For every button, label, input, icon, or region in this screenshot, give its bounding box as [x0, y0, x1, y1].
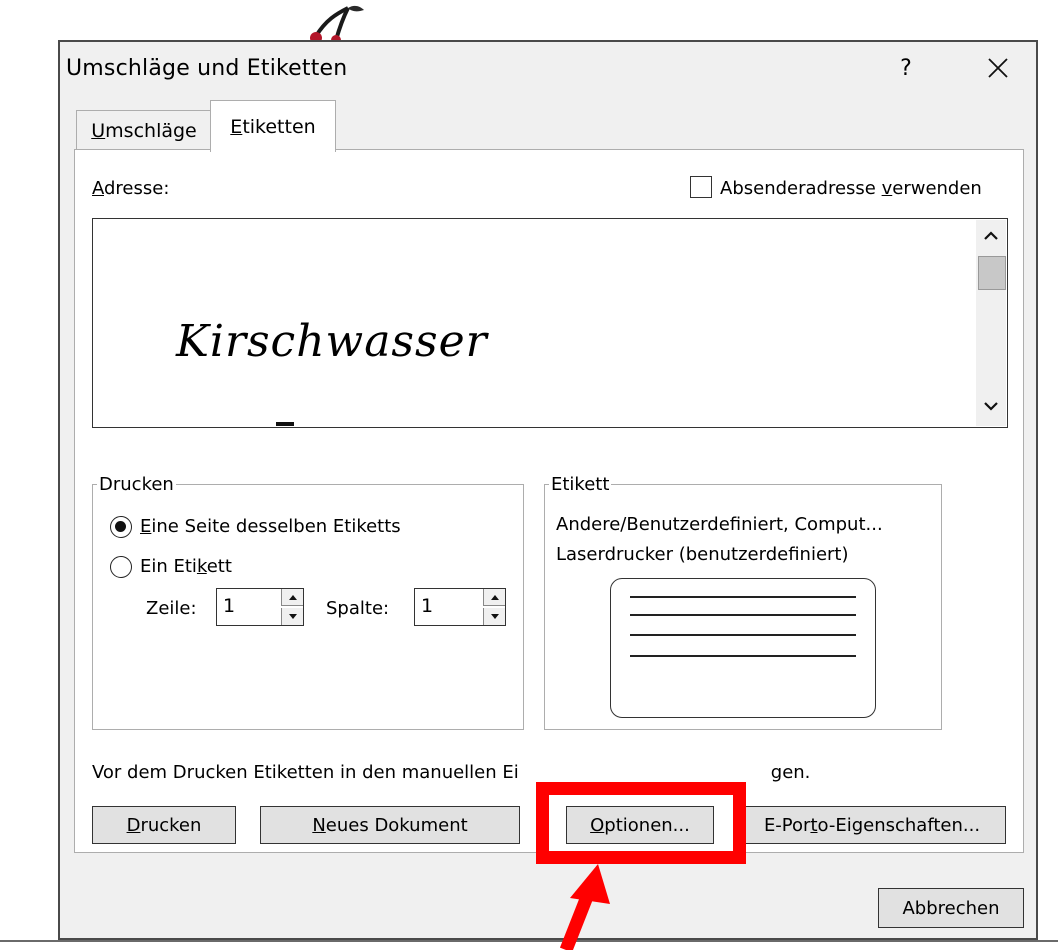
close-icon [988, 58, 1008, 78]
print-group-legend: Drucken [99, 474, 174, 495]
tab-labels[interactable]: Etiketten [210, 100, 336, 152]
scroll-down-button[interactable] [976, 392, 1006, 420]
address-label: Adresse: [92, 178, 170, 199]
address-next-line-fragment [276, 422, 294, 426]
red-arrow-icon [559, 864, 610, 950]
chevron-down-icon [984, 402, 998, 411]
full-page-radio[interactable] [110, 516, 132, 538]
column-label: Spalte: [326, 598, 390, 619]
label-group-legend: Etikett [551, 474, 610, 495]
scroll-up-button[interactable] [976, 222, 1006, 250]
label-preview[interactable] [610, 578, 876, 718]
row-label: Zeile: [146, 598, 197, 619]
eporto-properties-button[interactable]: E-Porto-Eigenschaften... [738, 806, 1006, 844]
background-divider [0, 940, 1058, 942]
address-text: Kirschwasser [176, 316, 488, 367]
triangle-up-icon [288, 594, 297, 600]
cancel-button[interactable]: Abbrechen [878, 888, 1024, 928]
row-increment-button[interactable] [281, 589, 303, 606]
print-button[interactable]: Drucken [92, 806, 236, 844]
tab-envelopes-label: Umschläge [91, 119, 197, 142]
close-button[interactable] [978, 48, 1018, 88]
use-sender-address-checkbox[interactable] [690, 176, 712, 198]
label-vendor-text: Andere/Benutzerdefiniert, Comput... [556, 514, 883, 535]
help-button[interactable]: ? [888, 48, 924, 88]
column-spinner[interactable]: 1 [414, 588, 506, 626]
print-button-label: Drucken [126, 814, 202, 836]
single-label-label[interactable]: Ein Etikett [140, 556, 232, 577]
row-spinner[interactable]: 1 [216, 588, 304, 626]
column-decrement-button[interactable] [483, 608, 505, 625]
eporto-button-label: E-Porto-Eigenschaften... [763, 814, 981, 836]
column-increment-button[interactable] [483, 589, 505, 606]
row-decrement-button[interactable] [281, 608, 303, 625]
preview-line [630, 634, 856, 636]
options-highlight-box [536, 782, 746, 864]
cherry-logo [310, 5, 364, 44]
preview-line [630, 596, 856, 598]
use-sender-address-label[interactable]: Absenderadresse verwenden [720, 178, 982, 199]
radio-selected-dot [115, 521, 126, 532]
preview-line [630, 655, 856, 657]
tab-envelopes[interactable]: Umschläge [76, 110, 212, 150]
chevron-up-icon [984, 231, 998, 240]
dialog-title: Umschläge und Etiketten [66, 56, 348, 81]
tab-labels-label: Etiketten [230, 115, 316, 138]
preview-line [630, 614, 856, 616]
new-document-button-label: Neues Dokument [312, 814, 468, 836]
triangle-up-icon [490, 594, 499, 600]
single-label-radio[interactable] [110, 556, 132, 578]
address-scroll-thumb[interactable] [978, 256, 1006, 290]
triangle-down-icon [288, 614, 297, 619]
label-product-text: Laserdrucker (benutzerdefiniert) [556, 544, 849, 565]
full-page-label[interactable]: Eine Seite desselben Etiketts [140, 516, 401, 537]
triangle-down-icon [490, 614, 499, 619]
new-document-button[interactable]: Neues Dokument [260, 806, 520, 844]
manual-feed-info: Vor dem Drucken Etiketten in den manuell… [92, 762, 811, 783]
row-value: 1 [223, 595, 236, 617]
column-value: 1 [421, 595, 434, 617]
